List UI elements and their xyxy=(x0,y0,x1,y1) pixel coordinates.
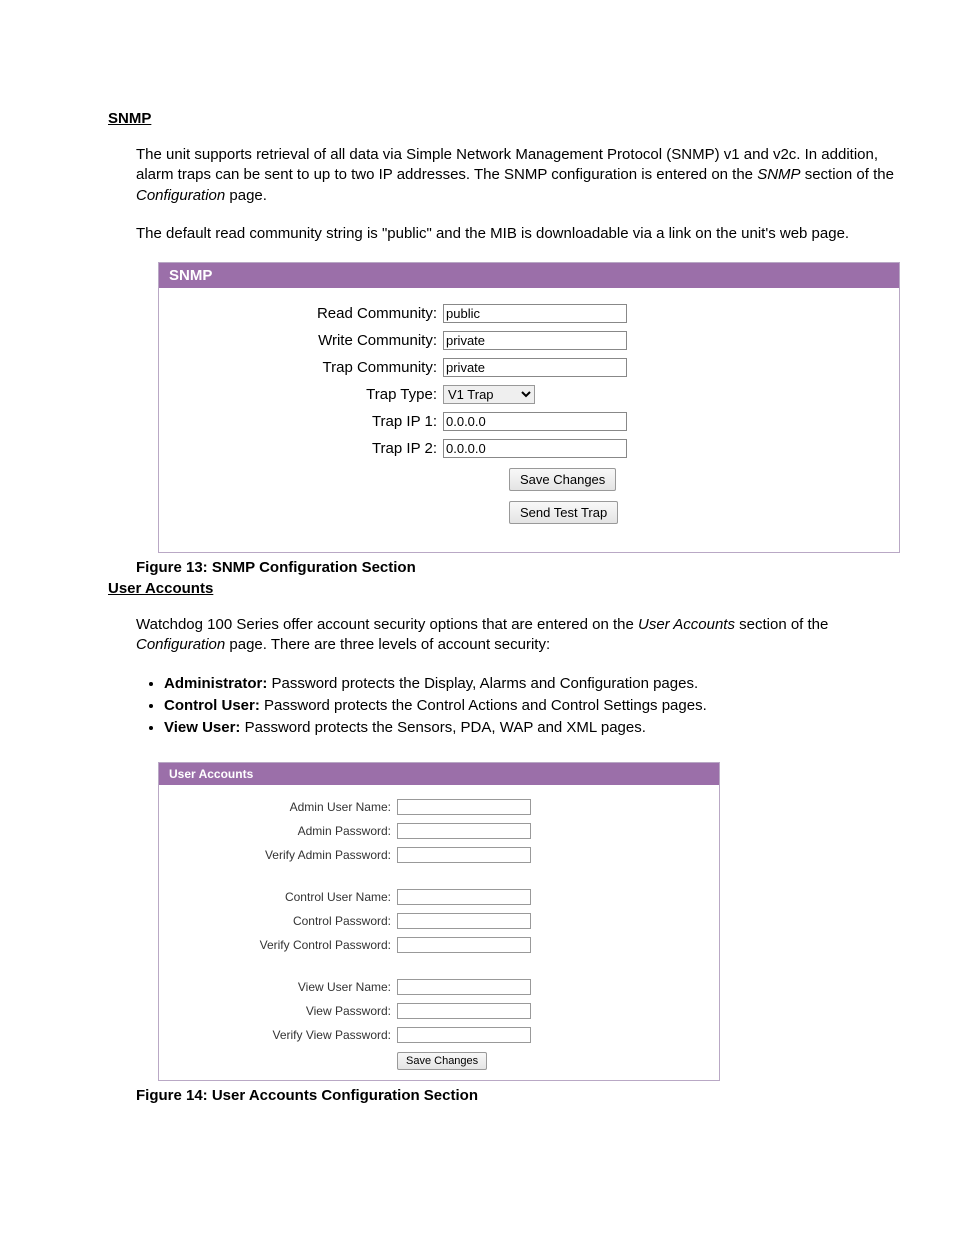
security-levels-list: Administrator: Password protects the Dis… xyxy=(136,674,906,739)
text: section of the xyxy=(801,166,894,183)
text: page. xyxy=(225,187,267,204)
verify-control-password-label: Verify Control Password: xyxy=(169,938,397,952)
snmp-para-2: The default read community string is "pu… xyxy=(136,224,906,244)
trap-community-label: Trap Community: xyxy=(169,359,443,376)
control-password-input[interactable] xyxy=(397,913,531,929)
bullet-text: Password protects the Control Actions an… xyxy=(260,697,707,714)
trap-ip2-input[interactable] xyxy=(443,439,627,458)
trap-ip1-input[interactable] xyxy=(443,412,627,431)
trap-community-input[interactable] xyxy=(443,358,627,377)
emph-user-accounts: User Accounts xyxy=(638,616,735,633)
verify-admin-password-input[interactable] xyxy=(397,847,531,863)
list-item: Administrator: Password protects the Dis… xyxy=(164,674,906,694)
control-password-label: Control Password: xyxy=(169,914,397,928)
read-community-label: Read Community: xyxy=(169,305,443,322)
read-community-input[interactable] xyxy=(443,304,627,323)
text: page. There are three levels of account … xyxy=(225,636,550,653)
user-accounts-heading: User Accounts xyxy=(108,580,906,597)
emph-snmp: SNMP xyxy=(757,166,800,183)
figure-13-caption: Figure 13: SNMP Configuration Section xyxy=(136,559,906,576)
view-password-label: View Password: xyxy=(169,1004,397,1018)
verify-view-password-label: Verify View Password: xyxy=(169,1028,397,1042)
trap-ip1-label: Trap IP 1: xyxy=(169,413,443,430)
trap-ip2-label: Trap IP 2: xyxy=(169,440,443,457)
bullet-bold: View User: xyxy=(164,719,240,736)
text: section of the xyxy=(735,616,828,633)
user-accounts-para: Watchdog 100 Series offer account securi… xyxy=(136,615,906,656)
verify-admin-password-label: Verify Admin Password: xyxy=(169,848,397,862)
user-accounts-panel-title: User Accounts xyxy=(159,763,719,785)
write-community-label: Write Community: xyxy=(169,332,443,349)
bullet-bold: Control User: xyxy=(164,697,260,714)
bullet-text: Password protects the Sensors, PDA, WAP … xyxy=(240,719,645,736)
write-community-input[interactable] xyxy=(443,331,627,350)
bullet-bold: Administrator: xyxy=(164,675,267,692)
snmp-panel: SNMP Read Community: Write Community: Tr… xyxy=(158,262,900,553)
text: Watchdog 100 Series offer account securi… xyxy=(136,616,638,633)
save-changes-button[interactable]: Save Changes xyxy=(509,468,616,491)
emph-config: Configuration xyxy=(136,636,225,653)
send-test-trap-button[interactable]: Send Test Trap xyxy=(509,501,618,524)
admin-user-name-input[interactable] xyxy=(397,799,531,815)
view-user-name-input[interactable] xyxy=(397,979,531,995)
snmp-panel-title: SNMP xyxy=(159,263,899,288)
save-changes-button[interactable]: Save Changes xyxy=(397,1052,487,1070)
list-item: View User: Password protects the Sensors… xyxy=(164,718,906,738)
user-accounts-panel: User Accounts Admin User Name: Admin Pas… xyxy=(158,762,720,1081)
admin-password-label: Admin Password: xyxy=(169,824,397,838)
verify-view-password-input[interactable] xyxy=(397,1027,531,1043)
view-password-input[interactable] xyxy=(397,1003,531,1019)
verify-control-password-input[interactable] xyxy=(397,937,531,953)
trap-type-label: Trap Type: xyxy=(169,386,443,403)
view-user-name-label: View User Name: xyxy=(169,980,397,994)
admin-user-name-label: Admin User Name: xyxy=(169,800,397,814)
bullet-text: Password protects the Display, Alarms an… xyxy=(267,675,698,692)
snmp-para-1: The unit supports retrieval of all data … xyxy=(136,145,906,206)
figure-14-caption: Figure 14: User Accounts Configuration S… xyxy=(136,1087,906,1104)
control-user-name-input[interactable] xyxy=(397,889,531,905)
emph-config: Configuration xyxy=(136,187,225,204)
control-user-name-label: Control User Name: xyxy=(169,890,397,904)
trap-type-select[interactable]: V1 Trap xyxy=(443,385,535,404)
admin-password-input[interactable] xyxy=(397,823,531,839)
list-item: Control User: Password protects the Cont… xyxy=(164,696,906,716)
snmp-heading: SNMP xyxy=(108,110,906,127)
